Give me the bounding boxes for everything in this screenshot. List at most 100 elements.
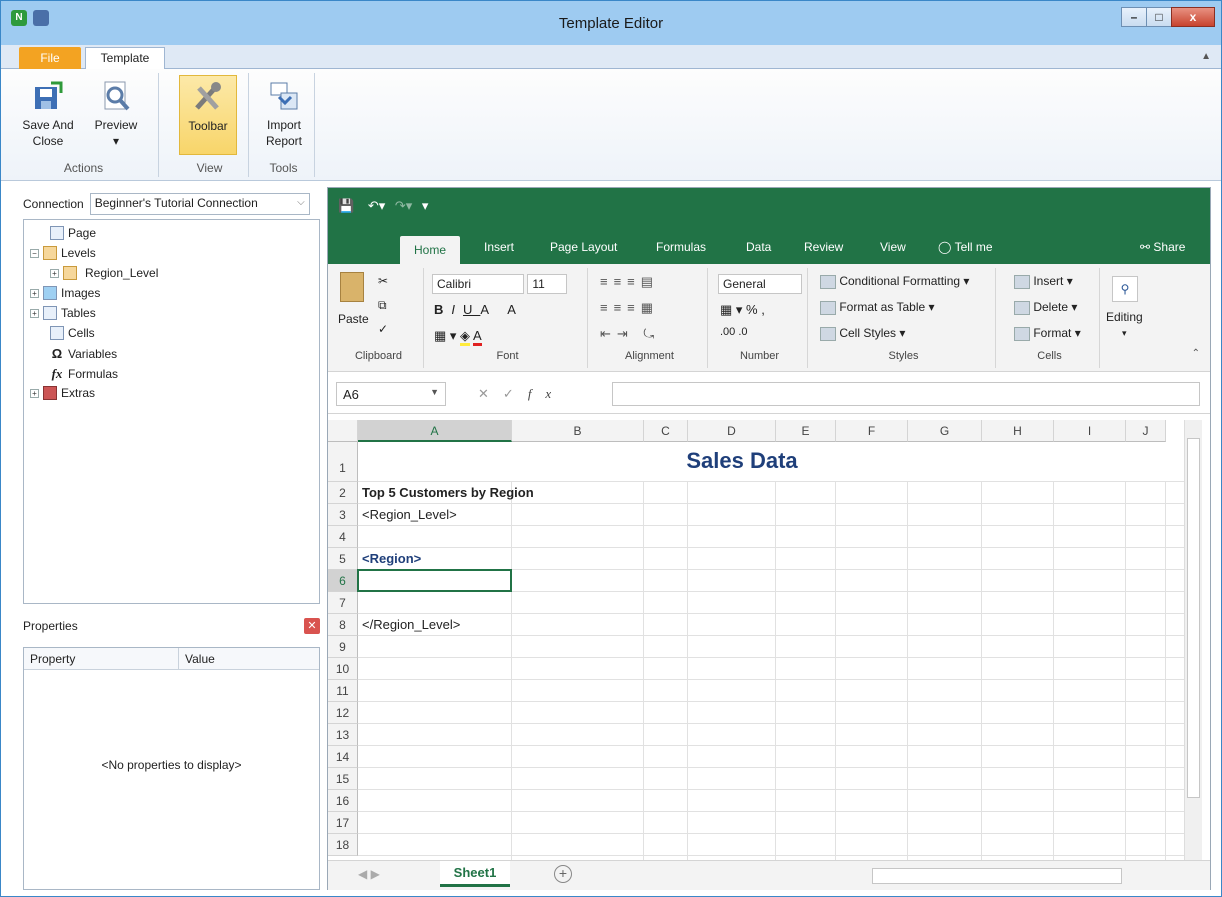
column-value[interactable]: Value [179,648,221,669]
editing-button[interactable]: Editing [1106,310,1143,324]
import-report-button[interactable]: Import Report [255,75,313,149]
tab-page-layout[interactable]: Page Layout [550,240,617,254]
save-icon[interactable]: 💾 [338,198,354,213]
tab-file[interactable]: File [19,47,81,69]
row-header-10[interactable]: 10 [328,658,358,680]
column-header-j[interactable]: J [1126,420,1166,442]
enter-icon[interactable]: ✓ [503,386,528,401]
delete-cells-button[interactable]: Delete ▾ [1014,300,1077,315]
conditional-formatting-button[interactable]: Conditional Formatting ▾ [820,274,969,289]
cancel-icon[interactable]: ✕ [478,386,503,401]
number-format-select[interactable]: General [718,274,802,294]
column-header-d[interactable]: D [688,420,776,442]
column-header-g[interactable]: G [908,420,982,442]
tree-item-levels[interactable]: − Levels [30,246,96,260]
chevron-up-icon[interactable]: ▲ [1201,51,1211,62]
tab-formulas[interactable]: Formulas [656,240,706,254]
font-name-select[interactable]: Calibri [432,274,524,294]
tree-item-region-level[interactable]: + Region_Level [50,266,158,280]
cell-a3[interactable]: <Region_Level> [362,507,457,522]
align-top-buttons[interactable]: ≡≡≡▤ [600,274,659,290]
customize-icon[interactable]: ▾ [422,198,429,213]
row-header-17[interactable]: 17 [328,812,358,834]
row-header-16[interactable]: 16 [328,790,358,812]
tab-tell-me[interactable]: ◯ Tell me [938,240,993,254]
row-header-12[interactable]: 12 [328,702,358,724]
tab-view[interactable]: View [880,240,906,254]
font-style-buttons[interactable]: BIUA A [434,302,524,317]
insert-function-icon[interactable]: fx [528,386,565,401]
decimal-buttons[interactable]: .00 .0 [720,326,748,338]
maximize-button[interactable]: □ [1146,7,1172,27]
row-header-6[interactable]: 6 [328,570,358,592]
row-header-1[interactable]: 1 [328,442,358,482]
column-header-e[interactable]: E [776,420,836,442]
cell-title-sales-data[interactable]: Sales Data [358,448,1126,474]
tree-item-cells[interactable]: Cells [50,326,95,340]
font-size-select[interactable]: 11 [527,274,568,294]
row-header-15[interactable]: 15 [328,768,358,790]
tree-item-tables[interactable]: + Tables [30,306,96,320]
row-header-18[interactable]: 18 [328,834,358,856]
formula-input[interactable] [612,382,1200,406]
tab-template[interactable]: Template [85,47,165,70]
select-all-corner[interactable] [328,420,358,442]
sheet-tab[interactable]: Sheet1 [440,861,510,887]
row-header-3[interactable]: 3 [328,504,358,526]
tab-home[interactable]: Home [400,236,461,264]
scroll-thumb[interactable] [1187,438,1200,798]
cut-icon[interactable]: ✂ [378,274,388,288]
tab-review[interactable]: Review [804,240,843,254]
add-sheet-button[interactable]: + [554,865,572,883]
collapse-ribbon-icon[interactable]: ⌃ [1192,348,1200,359]
row-header-4[interactable]: 4 [328,526,358,548]
border-fill-color-buttons[interactable]: ▦ ▾ ◈ A [434,328,482,346]
undo-icon[interactable]: ↶▾ [368,198,385,213]
align-horizontal-buttons[interactable]: ≡≡≡▦ [600,300,659,316]
row-header-13[interactable]: 13 [328,724,358,746]
preview-button[interactable]: Preview ▾ [87,75,145,149]
format-painter-icon[interactable]: ✓ [378,322,388,336]
expand-icon[interactable]: + [50,268,59,278]
spreadsheet-grid[interactable]: A B C D E F G H I J 1 2 3 4 5 6 7 8 9 10 11 12 13 14 15 16 17 18 Sal… [328,420,1184,860]
tree-item-extras[interactable]: + Extras [30,386,95,400]
indent-buttons[interactable]: ⇤⇥ ⤿ [600,326,660,342]
cell-styles-button[interactable]: Cell Styles ▾ [820,326,905,341]
column-header-c[interactable]: C [644,420,688,442]
expand-icon[interactable]: + [30,288,39,298]
row-header-5[interactable]: 5 [328,548,358,570]
column-header-a[interactable]: A [358,420,512,442]
search-icon[interactable]: ⚲ [1112,276,1138,302]
row-header-14[interactable]: 14 [328,746,358,768]
sheet-nav-arrows[interactable]: ◀ ▶ [358,867,380,881]
column-header-h[interactable]: H [982,420,1054,442]
paste-button[interactable]: Paste [338,312,369,326]
share-button[interactable]: ⚯ Share [1140,240,1185,254]
tab-data[interactable]: Data [746,240,771,254]
format-cells-button[interactable]: Format ▾ [1014,326,1081,341]
collapse-icon[interactable]: − [30,248,39,258]
row-header-2[interactable]: 2 [328,482,358,504]
tree-item-images[interactable]: + Images [30,286,100,300]
row-header-7[interactable]: 7 [328,592,358,614]
tree-item-formulas[interactable]: fx Formulas [50,366,118,382]
close-button[interactable]: x [1171,7,1215,27]
row-header-8[interactable]: 8 [328,614,358,636]
row-header-9[interactable]: 9 [328,636,358,658]
insert-cells-button[interactable]: Insert ▾ [1014,274,1073,289]
tree-item-page[interactable]: Page [50,226,96,240]
expand-icon[interactable]: + [30,308,39,318]
redo-icon[interactable]: ↷▾ [395,198,412,213]
close-properties-icon[interactable]: ✕ [304,618,320,634]
tab-insert[interactable]: Insert [484,240,514,254]
column-header-b[interactable]: B [512,420,644,442]
horizontal-scrollbar[interactable] [872,868,1122,884]
name-box[interactable]: A6 ▼ [336,382,446,406]
copy-icon[interactable]: ⧉ [378,298,387,313]
cell-a5[interactable]: <Region> [362,551,421,566]
format-as-table-button[interactable]: Format as Table ▾ [820,300,935,315]
column-property[interactable]: Property [24,648,179,669]
selected-cell-a6[interactable] [357,569,512,592]
cell-a8[interactable]: </Region_Level> [362,617,460,632]
column-header-i[interactable]: I [1054,420,1126,442]
